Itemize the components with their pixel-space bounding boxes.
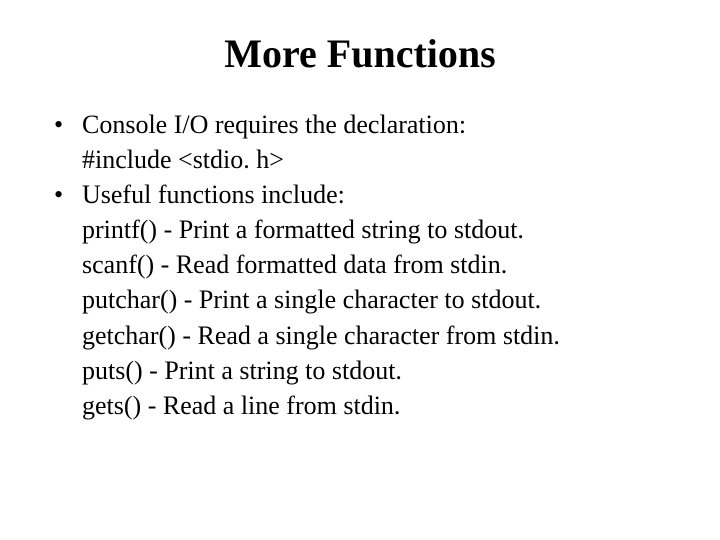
slide-title: More Functions: [50, 30, 670, 77]
bullet-item: • Console I/O requires the declaration:: [50, 107, 670, 142]
bullet-subline: printf() - Print a formatted string to s…: [50, 212, 670, 247]
bullet-subline: getchar() - Read a single character from…: [50, 318, 670, 353]
bullet-subline: #include <stdio. h>: [50, 142, 670, 177]
slide-body: • Console I/O requires the declaration: …: [50, 107, 670, 423]
bullet-dot-icon: •: [50, 107, 82, 142]
bullet-dot-icon: •: [50, 177, 82, 212]
bullet-text: Console I/O requires the declaration:: [82, 107, 670, 142]
bullet-subline: gets() - Read a line from stdin.: [50, 388, 670, 423]
bullet-subline: putchar() - Print a single character to …: [50, 282, 670, 317]
bullet-subline: scanf() - Read formatted data from stdin…: [50, 247, 670, 282]
bullet-subline: puts() - Print a string to stdout.: [50, 353, 670, 388]
slide: More Functions • Console I/O requires th…: [0, 0, 720, 540]
bullet-text: Useful functions include:: [82, 177, 670, 212]
bullet-item: • Useful functions include:: [50, 177, 670, 212]
